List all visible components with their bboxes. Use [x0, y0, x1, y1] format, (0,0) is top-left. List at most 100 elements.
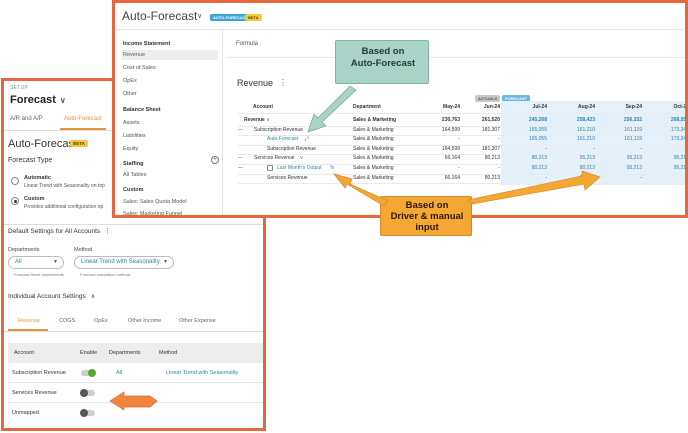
col-header-account: Account [253, 104, 273, 110]
row-department: Sales & Marketing [353, 174, 394, 181]
option-custom-label: Custom [24, 196, 45, 202]
nav-item-sales-quota[interactable]: Sales: Sales Quota Model [123, 199, 187, 205]
add-custom-icon[interactable]: + [211, 156, 219, 164]
row-account: Unmapped [12, 410, 39, 416]
col-header-month: Oct-24 [673, 104, 688, 110]
row-value: 95,213 [626, 165, 642, 171]
individual-settings-text: Individual Account Settings [8, 293, 86, 300]
col-header-department: Department [353, 104, 381, 110]
radio-custom[interactable] [11, 197, 19, 205]
option-automatic-label: Automatic [24, 175, 51, 181]
tab-auto-forecast[interactable]: Auto-Forecast [64, 116, 102, 122]
row-value: 173,343 [670, 126, 688, 133]
departments-select[interactable]: All ▼ [8, 256, 64, 269]
row-departments[interactable]: All [116, 370, 122, 376]
auto-forecast-report-panel: Auto-Forecast ∨ AUTO-FORECAST BETA Incom… [112, 0, 688, 218]
nav-item-equity[interactable]: Equity [123, 146, 138, 152]
row-value: 80,213 [531, 165, 547, 171]
enable-toggle[interactable] [80, 389, 95, 397]
kebab-menu-icon[interactable]: ⋮ [279, 78, 287, 87]
caret-down-icon: ▼ [163, 259, 168, 265]
col-departments: Departments [109, 350, 141, 356]
row-account: Subscription Revenue [12, 370, 66, 376]
row-department: Sales & Marketing [353, 155, 394, 162]
tab-revenue[interactable]: Revenue [18, 318, 40, 324]
callout-auto-forecast: Based on Auto-Forecast [335, 40, 429, 84]
kebab-menu-icon[interactable]: ⋮ [104, 227, 111, 235]
row-department: Sales & Marketing [353, 145, 394, 152]
row-value: 80,213 [531, 155, 547, 162]
row-value: - [498, 165, 500, 171]
row-checkbox[interactable] [267, 165, 273, 171]
tab-cogs[interactable]: COGS [59, 318, 75, 324]
nav-item-assets[interactable]: Assets [123, 120, 140, 126]
row-value: 230,763 [441, 117, 460, 123]
callout-mid-line2: Driver & manual [390, 211, 464, 222]
row-department: Sales & Marketing [353, 165, 394, 171]
method-hint: Forecast calculation method [80, 272, 131, 277]
row-value: 95,213 [579, 155, 595, 162]
forecast-type-label: Forecast Type [8, 157, 53, 164]
forecast-title-text: Forecast [10, 94, 56, 106]
row-department: Sales & Marketing [353, 136, 394, 143]
expand-icon[interactable]: ⤢ [305, 136, 309, 142]
row-value: 173,343 [670, 136, 688, 143]
nav-item-other[interactable]: Other [123, 91, 137, 97]
method-select[interactable]: Linear Trend with Seasonality ▼ [74, 256, 174, 269]
row-account: Services Revenue [254, 155, 295, 162]
formula-label: Formula [236, 41, 259, 47]
col-enable: Enable [80, 350, 98, 356]
setup-label: SETUP [10, 85, 29, 91]
function-icon[interactable]: fx [330, 165, 334, 171]
chevron-down-icon[interactable]: ∨ [300, 155, 304, 161]
enable-toggle[interactable] [81, 369, 96, 377]
nav-item-cost-of-sales[interactable]: Cost of Sales [123, 65, 156, 71]
row-method[interactable]: Linear Trend with Seasonality [166, 370, 238, 376]
tab-other-income[interactable]: Other Income [128, 318, 161, 324]
row-value: - [458, 136, 460, 143]
tab-opex[interactable]: OpEx [94, 318, 108, 324]
divider [4, 331, 263, 332]
individual-settings-title[interactable]: Individual Account Settings ∧ [8, 293, 95, 300]
report-title: Auto-Forecast [122, 9, 198, 23]
nav-item-marketing-funnel[interactable]: Sales: Marketing Funnel [123, 211, 182, 215]
row-value: 161,119 [624, 126, 642, 133]
chevron-down-icon[interactable]: ∨ [310, 127, 314, 133]
row-expander: — [238, 155, 243, 162]
option-automatic-desc: Linear Trend with Seasonality on top [24, 183, 105, 189]
radio-automatic[interactable] [11, 177, 19, 185]
chevron-up-icon[interactable]: ∧ [91, 294, 95, 300]
row-account: Revenue [244, 117, 265, 123]
chevron-down-icon[interactable]: ∨ [60, 96, 66, 105]
row-value: 161,210 [576, 136, 595, 143]
row-value: 80,213 [484, 155, 500, 162]
nav-item-all-tables[interactable]: All Tables [123, 172, 146, 178]
nav-item-opex[interactable]: OpEx [123, 78, 137, 84]
row-account[interactable]: Auto-Forecast [267, 136, 298, 142]
row-account[interactable]: Last Month's Output [277, 165, 322, 171]
col-header-month: Jun-24 [483, 104, 500, 110]
row-value: 256,332 [623, 117, 642, 123]
chevron-down-icon[interactable]: ∨ [197, 12, 202, 20]
beta-badge: BETA [245, 14, 262, 21]
chevron-down-icon[interactable]: ∨ [266, 117, 270, 123]
nav-item-liabilities[interactable]: Liabilities [123, 133, 146, 139]
tab-ar-ap[interactable]: A/R and A/P [10, 116, 43, 122]
departments-label: Departments [8, 247, 40, 253]
forecast-title[interactable]: Forecast ∨ [10, 94, 66, 106]
row-value: - [640, 145, 642, 152]
toggle-knob [80, 389, 88, 397]
tab-other-expense[interactable]: Other Expense [179, 318, 216, 324]
row-value: 15,000 [579, 174, 595, 181]
beta-badge: BETA [70, 140, 88, 147]
enable-toggle[interactable] [80, 409, 95, 417]
method-value: Linear Trend with Seasonality [81, 259, 160, 265]
nav-item-revenue[interactable]: Revenue [123, 52, 145, 58]
method-label: Method [74, 247, 93, 253]
callout-top-line1: Based on [361, 46, 405, 57]
row-value: - [458, 165, 460, 171]
row-divider [238, 183, 685, 185]
row-value: 66,164 [444, 174, 460, 181]
row-expander: — [238, 126, 243, 133]
row-value: 161,119 [624, 136, 642, 143]
